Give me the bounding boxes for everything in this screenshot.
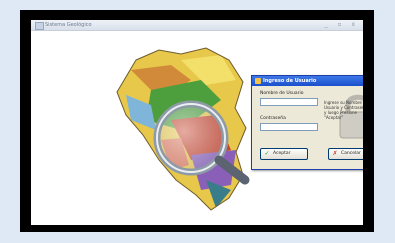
app-window: Sistema Geológico _ ▫ x Ingreso de Usuar… [31,20,363,225]
password-label: Contraseña [260,116,286,121]
username-label: Nombre de Usuario [260,91,304,96]
dialog-title: Ingreso de Usuario [263,78,317,84]
check-icon: ✓ [264,150,270,157]
accept-label: Aceptar [273,151,291,156]
username-field[interactable] [260,98,318,106]
x-icon: ✗ [332,150,338,157]
cancel-label: Cancelar [341,151,361,156]
key-icon [255,78,261,84]
accept-button[interactable]: ✓ Aceptar [260,148,308,160]
instructions-text: Ingrese su Nombre de Usuario y Contraseñ… [324,100,363,120]
cancel-button[interactable]: ✗ Cancelar [328,148,363,160]
password-field[interactable] [260,123,318,131]
login-dialog: Ingreso de Usuario ✕ Nombre de Usuario C… [251,75,363,170]
dialog-titlebar: Ingreso de Usuario ✕ [252,76,363,86]
